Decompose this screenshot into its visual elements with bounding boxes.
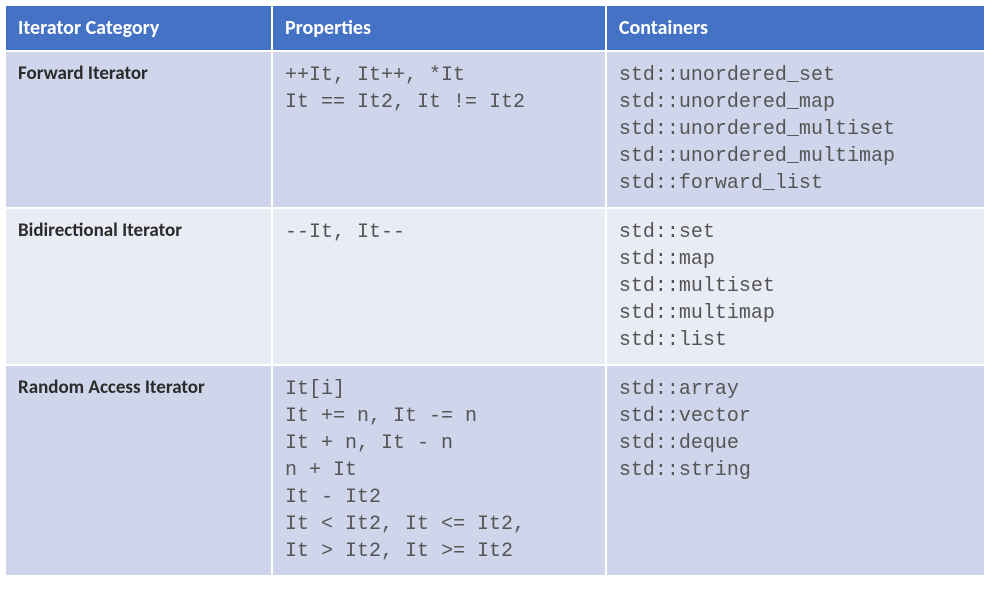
cell-containers: std::array std::vector std::deque std::s… <box>606 365 985 576</box>
cell-properties: --It, It-- <box>272 208 606 365</box>
table-row: Bidirectional Iterator --It, It-- std::s… <box>5 208 985 365</box>
table-header-row: Iterator Category Properties Containers <box>5 5 985 51</box>
table-row: Random Access Iterator It[i] It += n, It… <box>5 365 985 576</box>
cell-containers: std::set std::map std::multiset std::mul… <box>606 208 985 365</box>
header-iterator-category: Iterator Category <box>5 5 272 51</box>
table-row: Forward Iterator ++It, It++, *It It == I… <box>5 51 985 208</box>
cell-containers: std::unordered_set std::unordered_map st… <box>606 51 985 208</box>
cell-category: Bidirectional Iterator <box>5 208 272 365</box>
cell-category: Random Access Iterator <box>5 365 272 576</box>
iterator-categories-table: Iterator Category Properties Containers … <box>4 4 986 577</box>
cell-category: Forward Iterator <box>5 51 272 208</box>
header-containers: Containers <box>606 5 985 51</box>
cell-properties: It[i] It += n, It -= n It + n, It - n n … <box>272 365 606 576</box>
cell-properties: ++It, It++, *It It == It2, It != It2 <box>272 51 606 208</box>
header-properties: Properties <box>272 5 606 51</box>
